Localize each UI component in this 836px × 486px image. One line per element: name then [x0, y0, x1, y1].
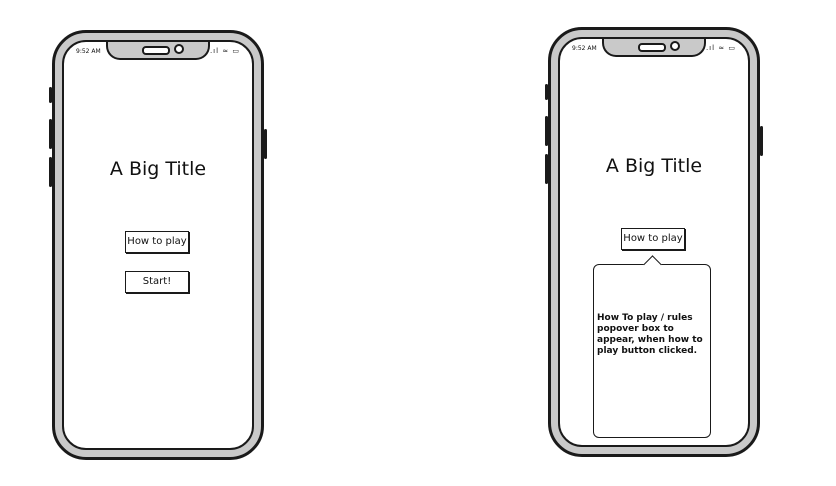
page-title: A Big Title: [109, 158, 207, 180]
side-button-left-top: [49, 87, 52, 103]
how-to-play-button[interactable]: How to play: [125, 231, 189, 253]
speaker-icon: [142, 46, 170, 55]
signal-wifi-battery-icon: .ıl ≈ ▭: [705, 44, 736, 52]
side-button-right: [264, 129, 267, 159]
phone-frame-left: 9:52 AM .ıl ≈ ▭ A Big Title How to play …: [49, 30, 267, 460]
notch: [106, 42, 210, 60]
status-time: 9:52 AM: [76, 48, 101, 55]
phone-screen-right: 9:52 AM .ıl ≈ ▭ A Big Title How to play …: [558, 37, 750, 447]
phone-frame-right: 9:52 AM .ıl ≈ ▭ A Big Title How to play …: [545, 27, 763, 457]
side-button-left-mid: [49, 119, 52, 149]
rules-popover: How To play / rules popover box to appea…: [593, 255, 711, 438]
popover-text: How To play / rules popover box to appea…: [597, 313, 703, 356]
side-button-left-mid: [545, 116, 548, 146]
popover-arrow: [643, 255, 662, 274]
side-button-left-top: [545, 84, 548, 100]
start-button[interactable]: Start!: [125, 271, 189, 293]
speaker-icon: [638, 43, 666, 52]
how-to-play-button[interactable]: How to play: [621, 228, 685, 250]
side-button-right: [760, 126, 763, 156]
phone-screen-left: 9:52 AM .ıl ≈ ▭ A Big Title How to play …: [62, 40, 254, 450]
camera-icon: [670, 41, 680, 51]
side-button-left-low: [545, 154, 548, 184]
camera-icon: [174, 44, 184, 54]
notch: [602, 39, 706, 57]
status-time: 9:52 AM: [572, 45, 597, 52]
page-title: A Big Title: [605, 155, 703, 177]
signal-wifi-battery-icon: .ıl ≈ ▭: [209, 47, 240, 55]
side-button-left-low: [49, 157, 52, 187]
